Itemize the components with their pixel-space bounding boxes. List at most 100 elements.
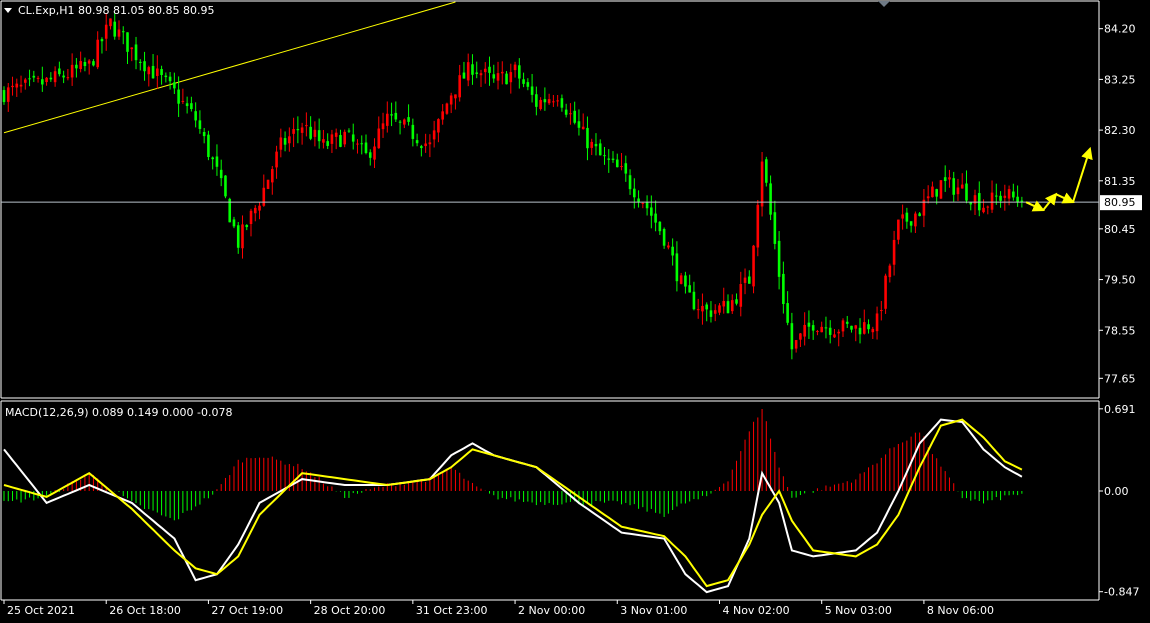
candle-body	[811, 325, 815, 331]
candle-body	[36, 77, 40, 79]
candle-body	[807, 322, 811, 327]
candle	[850, 325, 853, 333]
price-tick-label: 77.65	[1104, 372, 1136, 385]
candle	[926, 185, 930, 204]
candle	[807, 310, 811, 339]
forecast-arrows[interactable]	[1025, 146, 1093, 212]
candle	[862, 309, 866, 335]
candle-body	[790, 323, 794, 350]
candle	[620, 153, 623, 171]
forecast-arrow[interactable]	[1025, 200, 1045, 212]
forecast-arrow[interactable]	[1072, 146, 1093, 203]
candle	[816, 329, 819, 336]
candle-body	[143, 61, 146, 72]
candle-body	[275, 151, 278, 168]
candle-body	[926, 196, 930, 199]
candle-body	[432, 130, 436, 140]
candle-body	[935, 189, 938, 197]
candle	[11, 76, 14, 96]
candle	[92, 59, 95, 67]
candle	[190, 96, 193, 112]
candle	[598, 139, 602, 156]
candle-body	[403, 119, 406, 125]
candle-body	[283, 138, 287, 145]
candle	[760, 152, 764, 217]
candle	[138, 59, 142, 71]
candle-body	[147, 67, 151, 75]
candle-body	[271, 169, 274, 183]
candle	[445, 102, 449, 115]
candle	[884, 273, 887, 314]
candle-body	[837, 331, 841, 334]
candle	[488, 56, 491, 86]
candle-body	[952, 178, 956, 195]
candle-body	[356, 143, 359, 145]
candle	[483, 62, 487, 84]
candle-body	[28, 78, 31, 80]
candle-body	[437, 119, 440, 133]
candle-body	[164, 75, 168, 78]
candle	[969, 201, 973, 211]
candle	[58, 61, 61, 77]
price-tick-label: 81.35	[1104, 175, 1136, 188]
candle	[79, 51, 82, 73]
candle	[441, 104, 444, 125]
candle	[547, 93, 551, 105]
candle	[403, 118, 406, 129]
macd-tick-label: 0.00	[1104, 485, 1129, 498]
candle	[509, 63, 513, 94]
candle	[253, 205, 257, 222]
candle	[824, 316, 828, 339]
candle	[356, 139, 359, 154]
price-tick-label: 79.50	[1104, 274, 1136, 287]
candle-body	[364, 142, 368, 154]
candle	[45, 77, 48, 86]
candle-body	[317, 130, 321, 142]
dropdown-triangle-icon[interactable]	[4, 8, 12, 13]
candles-layer	[2, 12, 1024, 360]
candle-body	[126, 32, 129, 52]
candle-body	[373, 146, 376, 160]
candle	[305, 112, 308, 137]
candle-body	[522, 79, 525, 84]
candle-body	[505, 73, 508, 85]
candle-body	[624, 163, 628, 174]
candle	[522, 72, 525, 88]
chart-title: CL.Exp,H1 80.98 81.05 80.85 80.95	[18, 4, 214, 17]
scroll-marker-icon[interactable]	[878, 1, 890, 7]
candle	[603, 146, 606, 165]
candle	[147, 65, 151, 87]
candle-body	[309, 126, 312, 139]
candle	[841, 318, 845, 338]
candle	[837, 329, 841, 347]
candle-body	[45, 77, 48, 83]
trading-chart[interactable]: 84.20 83.25 82.30 81.35 80.45 79.50 78.55 77.65…	[0, 0, 1150, 620]
candle-body	[633, 188, 636, 198]
chart-svg[interactable]: 84.20 83.25 82.30 81.35 80.45 79.50 78.55 77.65…	[0, 0, 1150, 620]
candle	[232, 216, 236, 229]
candle-body	[969, 202, 973, 205]
candle	[87, 59, 91, 75]
candle-body	[483, 68, 487, 73]
candle-body	[96, 39, 99, 68]
candle-body	[190, 103, 193, 110]
candle-body	[841, 320, 845, 332]
candle	[415, 133, 419, 147]
candle	[577, 109, 581, 136]
candle-body	[394, 112, 398, 120]
candle-body	[654, 213, 657, 223]
candle-body	[684, 275, 687, 287]
candle-body	[351, 134, 355, 142]
candle	[330, 129, 334, 153]
candle	[965, 170, 968, 204]
macd-series-line	[3, 418, 1023, 594]
candle	[113, 13, 117, 40]
candle-body	[645, 202, 649, 209]
candle-body	[138, 61, 142, 63]
forecast-arrow[interactable]	[1055, 192, 1075, 204]
candle-body	[543, 99, 547, 103]
price-tick-label: 82.30	[1104, 124, 1136, 137]
candle	[977, 181, 981, 217]
candle-body	[1007, 189, 1011, 199]
candle	[300, 122, 304, 145]
